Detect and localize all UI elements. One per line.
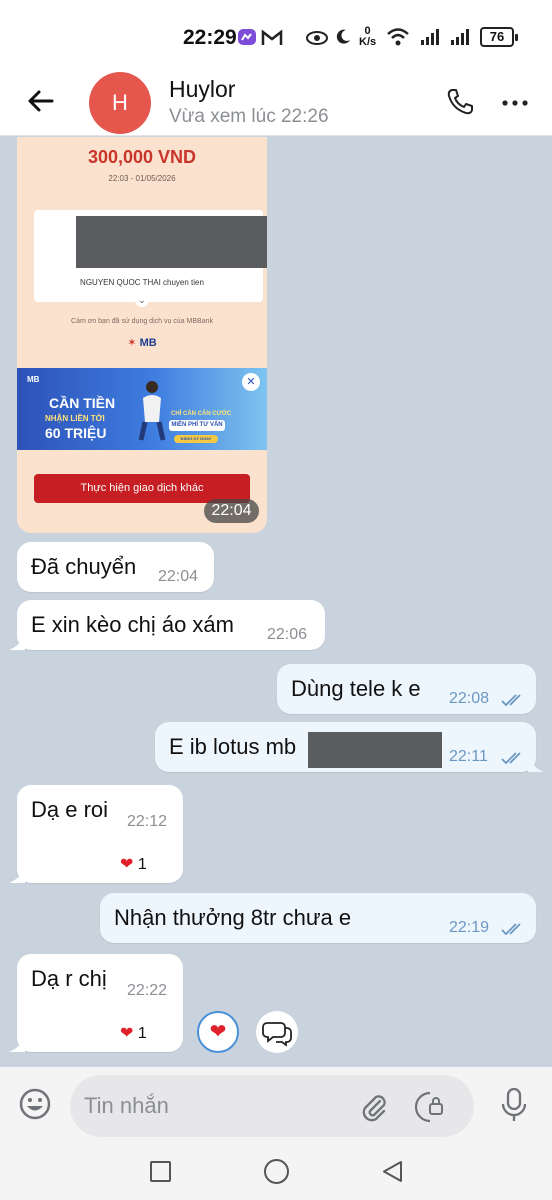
- status-time: 22:29: [183, 26, 237, 49]
- banner-person-illustration: [138, 381, 166, 441]
- contact-name[interactable]: Huylor: [169, 76, 235, 103]
- moon-icon: [336, 29, 350, 44]
- battery-icon: 76: [480, 27, 518, 47]
- message-time: 22:04: [158, 568, 199, 585]
- receipt-details-box: [34, 210, 267, 302]
- read-ticks-icon: [501, 923, 521, 936]
- bubble-tail: [9, 869, 25, 883]
- banner-headline: CẦN TIỀN: [49, 395, 116, 411]
- banner-amount: 60 TRIỆU: [45, 425, 107, 441]
- message-text: Dạ r chị: [31, 966, 107, 991]
- incoming-message[interactable]: Đã chuyển 22:04: [17, 542, 214, 592]
- comment-icon: [262, 1022, 292, 1047]
- phone-call-icon[interactable]: [445, 87, 475, 117]
- heart-icon: ❤: [120, 856, 134, 873]
- banner-subline: NHẬN LIỀN TỚI: [45, 414, 105, 423]
- message-list[interactable]: 300,000 VND 22:03 - 01/05/2026 NGUYEN QU…: [0, 137, 552, 1067]
- attachment-icon[interactable]: [358, 1091, 390, 1123]
- redacted-block: [76, 216, 267, 268]
- incoming-message[interactable]: E xin kèo chị áo xám 22:06: [9, 600, 325, 650]
- receipt-recipient: NGUYEN QUOC THAI chuyen tien: [80, 278, 204, 287]
- nav-back-icon[interactable]: [380, 1159, 404, 1184]
- self-destruct-timer-icon[interactable]: [410, 1089, 448, 1125]
- more-options-icon[interactable]: [500, 88, 530, 118]
- redacted-block: [308, 732, 442, 768]
- ad-banner: MB CẦN TIỀN NHẬN LIỀN TỚI 60 TRIỆU CHỈ C…: [17, 368, 267, 450]
- chat-header: H Huylor Vừa xem lúc 22:26: [0, 70, 552, 136]
- message-time: 22:19: [449, 919, 490, 936]
- last-seen-status: Vừa xem lúc 22:26: [169, 106, 329, 127]
- receipt-datetime: 22:03 - 01/05/2026: [108, 174, 176, 183]
- home-icon[interactable]: [264, 1159, 289, 1184]
- status-bar: 22:29 0 K/s 76: [0, 0, 552, 70]
- message-text: E xin kèo chị áo xám: [31, 612, 234, 637]
- eye-icon: [306, 31, 328, 45]
- outgoing-message[interactable]: Nhận thưởng 8tr chưa e 22:19: [100, 893, 536, 943]
- heart-icon: ❤: [120, 1025, 134, 1042]
- message-time: 22:12: [127, 813, 168, 830]
- receipt-thanks: Cảm ơn bạn đã sử dụng dịch vụ của MBBank: [71, 318, 213, 325]
- net-speed: 0 K/s: [359, 26, 376, 48]
- message-time: 22:22: [127, 982, 168, 999]
- heart-icon: ❤: [209, 1021, 227, 1043]
- message-time: 22:06: [267, 626, 308, 643]
- wifi-icon: [387, 28, 409, 46]
- recent-apps-icon[interactable]: [150, 1161, 171, 1182]
- bubble-tail: [9, 1038, 25, 1052]
- heart-reaction-button[interactable]: ❤: [197, 1011, 239, 1053]
- banner-logo: MB: [27, 375, 40, 384]
- avatar[interactable]: H: [89, 72, 151, 134]
- banner-free-consult: MIỄN PHÍ TƯ VẤN: [169, 420, 225, 431]
- mb-logo: ✶ MB: [17, 336, 267, 349]
- message-text: Dạ e roi: [31, 797, 109, 822]
- composer: Tin nhắn: [0, 1067, 552, 1143]
- reaction-count: 1: [137, 1025, 147, 1042]
- message-time: 22:08: [449, 690, 490, 707]
- outgoing-message[interactable]: Dùng tele k e 22:08: [277, 664, 536, 714]
- signal-icon-2: [451, 29, 469, 45]
- bubble-tail: [9, 636, 25, 650]
- message-time: 22:04: [204, 499, 259, 523]
- reaction-chip[interactable]: ❤ 1: [108, 849, 164, 881]
- message-text: Đã chuyển: [31, 554, 137, 579]
- message-text: E ib lotus mb: [169, 734, 297, 759]
- banner-note: CHỈ CẦN CĂN CƯỚC: [171, 411, 232, 417]
- microphone-icon[interactable]: [497, 1087, 531, 1123]
- message-input[interactable]: Tin nhắn: [70, 1075, 474, 1137]
- message-time: 22:11: [449, 748, 488, 765]
- message-text: Nhận thưởng 8tr chưa e: [114, 905, 352, 930]
- close-icon: ✕: [242, 373, 260, 391]
- message-text: Dùng tele k e: [291, 676, 421, 701]
- mb-star-icon: ✶: [127, 337, 137, 349]
- read-ticks-icon: [501, 694, 521, 707]
- gmail-icon: [261, 29, 283, 45]
- message-placeholder: Tin nhắn: [84, 1093, 169, 1118]
- signal-icon-1: [421, 29, 439, 45]
- banner-register: ĐĂNG KÝ NGAY: [174, 435, 218, 443]
- emoji-icon[interactable]: [18, 1087, 52, 1121]
- reaction-chip[interactable]: ❤ 1: [108, 1018, 164, 1050]
- receipt-amount: 300,000 VND: [87, 147, 197, 167]
- messenger-icon: [238, 29, 256, 45]
- mb-logo-text: MB: [139, 337, 157, 349]
- comment-button[interactable]: [256, 1011, 298, 1053]
- system-nav-bar: [0, 1143, 552, 1200]
- back-arrow-icon[interactable]: [26, 86, 56, 116]
- reaction-count: 1: [137, 856, 147, 873]
- net-speed-unit: K/s: [359, 36, 377, 48]
- chevron-down-icon: ⌄: [135, 293, 149, 307]
- receipt-image-message[interactable]: 300,000 VND 22:03 - 01/05/2026 NGUYEN QU…: [17, 137, 267, 533]
- bubble-tail: [528, 758, 544, 772]
- read-ticks-icon: [501, 752, 521, 765]
- outgoing-message[interactable]: E ib lotus mb 22:11: [155, 722, 544, 772]
